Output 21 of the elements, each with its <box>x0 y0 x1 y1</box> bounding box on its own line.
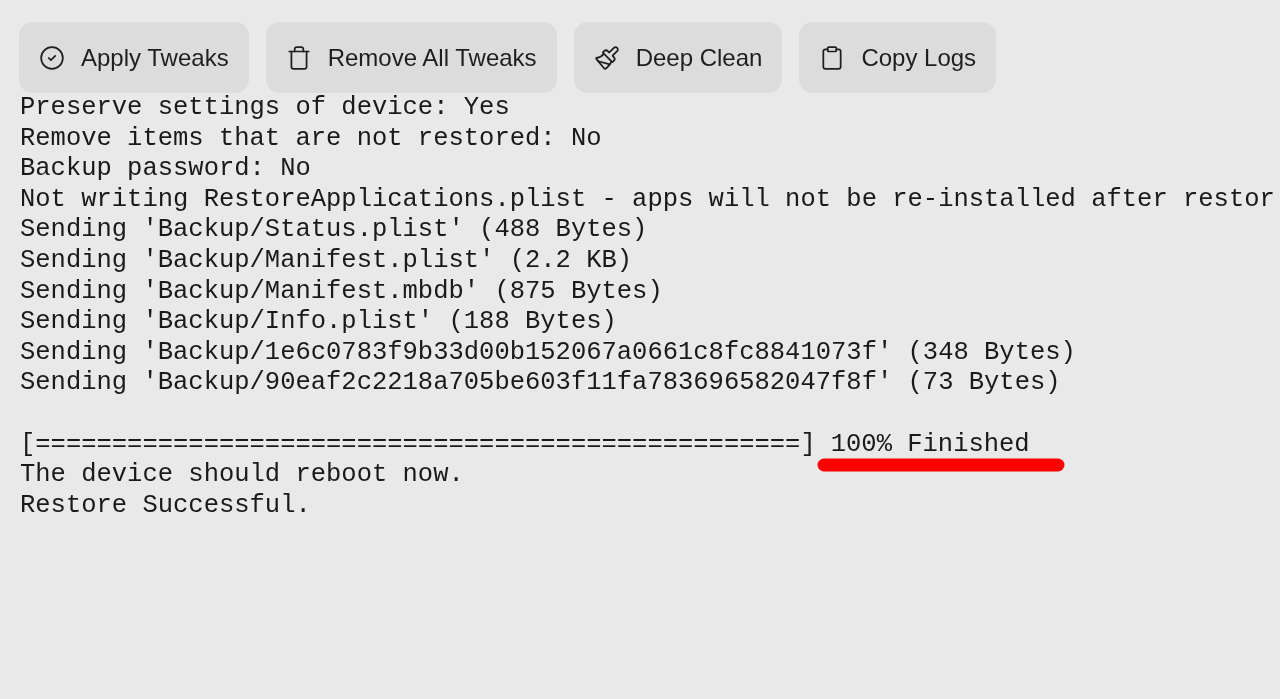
log-line: The device should reboot now. <box>20 460 464 491</box>
log-line: Restore Successful. <box>20 490 311 522</box>
log-line: Backup password: No <box>20 154 311 185</box>
progress-bar-text: [==================================================] <box>20 429 816 461</box>
log-line: Preserve settings of device: Yes <box>20 93 510 124</box>
log-line: Sending 'Backup/Manifest.plist' (2.2 KB) <box>20 245 633 277</box>
toolbar-button[interactable]: Copy Logs <box>799 22 997 93</box>
log-line: Sending 'Backup/90eaf2c2218a705be603f11fa783696582047f8f' (73 Bytes) <box>20 368 1061 399</box>
log-line: Sending 'Backup/Status.plist' (488 Bytes) <box>20 215 648 246</box>
log-line: Sending 'Backup/Manifest.mbdb' (875 Bytes) <box>20 276 663 308</box>
log-line: Sending 'Backup/Info.plist' (188 Bytes) <box>20 307 617 338</box>
brush-icon <box>593 44 620 71</box>
toolbar-button[interactable]: Apply Tweaks <box>19 22 249 93</box>
log-line: Sending 'Backup/1e6c0783f9b33d00b152067a0661c8fc8841073f' (348 Bytes) <box>20 337 1076 369</box>
toolbar-button[interactable]: Deep Clean <box>573 22 783 93</box>
log-line: Not writing RestoreApplications.plist - apps will not be re-installed after restor <box>20 184 1275 216</box>
trash-icon <box>285 44 312 71</box>
toolbar-button[interactable]: Remove All Tweaks <box>265 22 557 93</box>
log-line: Remove items that are not restored: No <box>20 123 602 155</box>
progress-status: 100% Finished <box>830 429 1030 459</box>
check-circle-icon <box>39 44 65 71</box>
